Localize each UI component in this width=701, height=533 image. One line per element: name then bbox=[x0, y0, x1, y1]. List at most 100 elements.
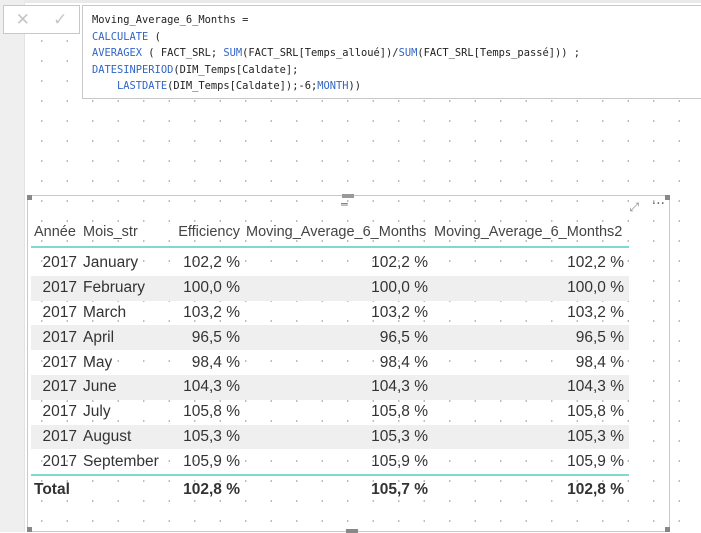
column-header[interactable]: Moving_Average_6_Months2 bbox=[431, 224, 627, 240]
formula-keyword: AVERAGEX bbox=[92, 47, 143, 59]
table-cell: 2017 bbox=[42, 452, 77, 470]
more-options-icon[interactable]: ··· bbox=[652, 196, 665, 212]
formula-keyword: CALCULATE bbox=[92, 30, 149, 43]
formula-line: AVERAGEX ( FACT_SRL; SUM(FACT_SRL[Temps_… bbox=[92, 45, 693, 62]
formula-line: DATESINPERIOD(DIM_Temps[Caldate]; bbox=[92, 62, 693, 79]
table-cell: January bbox=[83, 254, 139, 272]
table-cell: 2017 bbox=[42, 328, 77, 346]
formula-text: Moving_Average_6_Months = bbox=[92, 14, 249, 26]
column-header[interactable]: Mois_str bbox=[80, 224, 168, 240]
table-cell: 2017 bbox=[42, 279, 77, 297]
formula-keyword: SUM bbox=[223, 47, 243, 59]
resize-handle[interactable] bbox=[27, 527, 32, 532]
table-cell: 105,8 % bbox=[567, 403, 624, 421]
table-cell: February bbox=[83, 279, 146, 297]
table-row: 2017 January 102,2 % 102,2 % 102,2 % bbox=[31, 251, 629, 276]
formula-text: )) bbox=[348, 80, 362, 92]
table-cell: 102,2 % bbox=[567, 254, 624, 272]
column-header[interactable]: Année bbox=[31, 224, 80, 240]
resize-handle[interactable] bbox=[346, 529, 358, 533]
table-cell: 96,5 % bbox=[379, 328, 428, 346]
formula-text: (DIM_Temps[Caldate]);-6; bbox=[167, 80, 318, 92]
table-cell: 2017 bbox=[42, 427, 77, 445]
check-icon[interactable]: ✓ bbox=[42, 6, 80, 33]
table-cell: 105,8 % bbox=[371, 403, 428, 421]
formula-text: ( bbox=[148, 30, 161, 43]
formula-keyword: SUM bbox=[398, 47, 418, 59]
table-cell: 105,8 % bbox=[183, 403, 240, 421]
table-cell: 105,3 % bbox=[567, 427, 624, 445]
formula-text: (FACT_SRL[Temps_passé])) ; bbox=[417, 47, 580, 59]
table-cell: 105,9 % bbox=[567, 452, 624, 470]
table-row: 2017 September 105,9 % 105,9 % 105,9 % bbox=[31, 449, 629, 474]
formula-text bbox=[92, 80, 117, 92]
table-cell: September bbox=[83, 452, 159, 470]
formula-text: (FACT_SRL[Temps_alloué])/ bbox=[242, 47, 399, 59]
table-cell: 105,7 % bbox=[371, 480, 428, 498]
table-cell: 103,2 % bbox=[183, 303, 240, 321]
table-cell: 103,2 % bbox=[371, 303, 428, 321]
table-cell: 98,4 % bbox=[191, 353, 240, 371]
drag-handle-icon[interactable]: ═ bbox=[341, 199, 348, 210]
table-visual[interactable]: ═ ⤢ ··· Année Mois_str Efficiency Moving_Av… bbox=[27, 194, 670, 533]
table-cell: 105,3 % bbox=[183, 427, 240, 445]
table-cell: 100,0 % bbox=[183, 279, 240, 297]
formula-actions: ✕ ✓ bbox=[3, 5, 80, 34]
total-row: Total 102,8 % 105,7 % 102,8 % bbox=[31, 474, 629, 503]
table-cell: 105,3 % bbox=[371, 427, 428, 445]
table-cell: 100,0 % bbox=[371, 279, 428, 297]
table-cell: 2017 bbox=[42, 403, 77, 421]
table-cell: May bbox=[83, 353, 113, 371]
table-cell: 105,9 % bbox=[371, 452, 428, 470]
table-cell: 104,3 % bbox=[183, 378, 240, 396]
table-cell: Total bbox=[34, 480, 70, 498]
formula-keyword: DATESINPERIOD bbox=[92, 63, 174, 76]
table-cell: 102,2 % bbox=[183, 254, 240, 272]
resize-handle[interactable] bbox=[665, 195, 670, 200]
table-row: 2017 June 104,3 % 104,3 % 104,3 % bbox=[31, 374, 629, 400]
header-row: Année Mois_str Efficiency Moving_Average_6_… bbox=[31, 218, 629, 248]
table-cell: August bbox=[83, 427, 132, 445]
table-row: 2017 July 105,8 % 105,8 % 105,8 % bbox=[31, 400, 629, 425]
formula-keyword: MONTH bbox=[317, 80, 349, 92]
resize-handle[interactable] bbox=[27, 195, 32, 200]
formula-keyword: LASTDATE bbox=[117, 80, 168, 92]
table-cell: 102,8 % bbox=[567, 480, 624, 498]
column-header[interactable]: Moving_Average_6_Months bbox=[243, 224, 431, 240]
table-cell: 2017 bbox=[42, 303, 77, 321]
formula-editor[interactable]: Moving_Average_6_Months = CALCULATE (AVER… bbox=[82, 5, 701, 99]
table-cell: 105,9 % bbox=[183, 452, 240, 470]
table-cell: March bbox=[83, 303, 127, 321]
table-cell: 2017 bbox=[42, 353, 77, 371]
table-row: 2017 March 103,2 % 103,2 % 103,2 % bbox=[31, 301, 629, 326]
table-cell: 98,4 % bbox=[379, 353, 428, 371]
table-cell: 2017 bbox=[42, 378, 77, 396]
table-cell: 100,0 % bbox=[567, 279, 624, 297]
table-row: 2017 May 98,4 % 98,4 % 98,4 % bbox=[31, 350, 629, 375]
table-cell: July bbox=[83, 403, 111, 421]
table-cell: 102,8 % bbox=[183, 480, 240, 498]
formula-line: LASTDATE(DIM_Temps[Caldate]);-6;MONTH)) bbox=[92, 78, 693, 95]
formula-text: (DIM_Temps[Caldate]; bbox=[173, 63, 299, 76]
formula-line: CALCULATE ( bbox=[92, 29, 693, 46]
data-table: Année Mois_str Efficiency Moving_Average_6_… bbox=[31, 218, 629, 503]
column-header[interactable]: Efficiency bbox=[168, 224, 243, 240]
table-row: 2017 August 105,3 % 105,3 % 105,3 % bbox=[31, 424, 629, 450]
table-row: 2017 April 96,5 % 96,5 % 96,5 % bbox=[31, 325, 629, 351]
table-cell: 96,5 % bbox=[191, 328, 240, 346]
table-cell: April bbox=[83, 328, 115, 346]
formula-line: Moving_Average_6_Months = bbox=[92, 12, 693, 29]
table-cell: 2017 bbox=[42, 254, 77, 272]
table-cell: 104,3 % bbox=[567, 378, 624, 396]
table-cell: 104,3 % bbox=[371, 378, 428, 396]
formula-text: ( FACT_SRL; bbox=[142, 47, 224, 59]
table-cell: June bbox=[83, 378, 117, 396]
left-pane bbox=[0, 0, 25, 532]
table-cell: 96,5 % bbox=[575, 328, 624, 346]
close-icon[interactable]: ✕ bbox=[4, 6, 42, 33]
resize-handle[interactable] bbox=[665, 527, 670, 532]
table-cell: 102,2 % bbox=[371, 254, 428, 272]
focus-mode-icon[interactable]: ⤢ bbox=[629, 200, 639, 215]
table-cell: 103,2 % bbox=[567, 303, 624, 321]
table-row: 2017 February 100,0 % 100,0 % 100,0 % bbox=[31, 275, 629, 301]
